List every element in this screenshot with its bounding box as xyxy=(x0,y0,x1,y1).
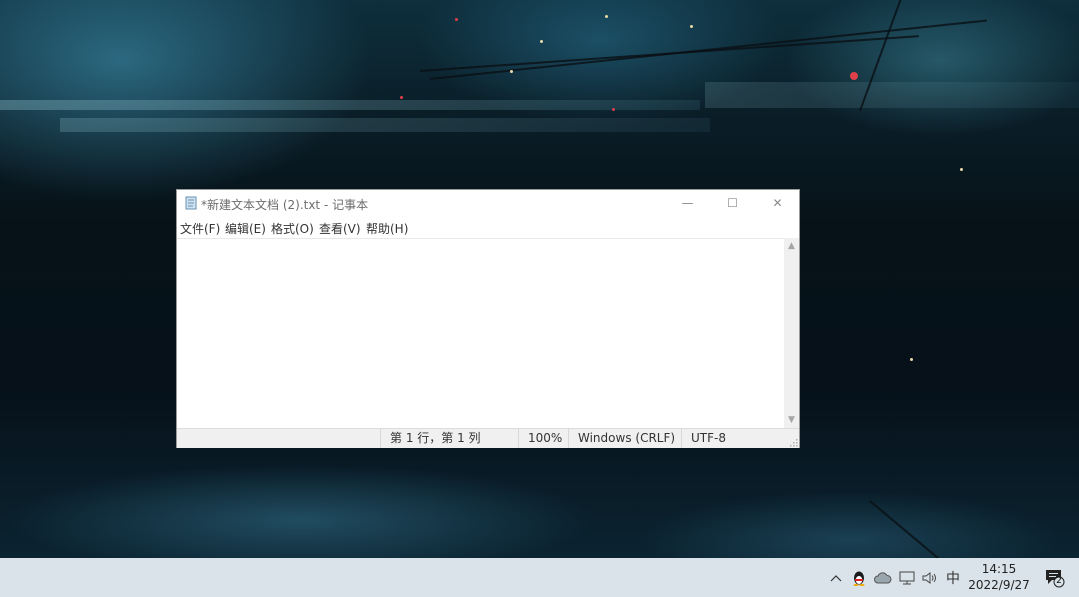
clock-date: 2022/9/27 xyxy=(968,578,1030,592)
wallpaper-spark xyxy=(605,15,608,18)
wallpaper-spark xyxy=(690,25,693,28)
close-button[interactable]: ✕ xyxy=(755,190,800,217)
wallpaper-beam xyxy=(0,100,700,110)
ime-indicator[interactable]: 中 xyxy=(943,558,963,597)
wallpaper-wire xyxy=(869,500,963,558)
wallpaper-spark xyxy=(400,96,403,99)
taskbar: 中 14:15 2022/9/27 2 xyxy=(0,558,1079,597)
qq-penguin-icon[interactable] xyxy=(849,558,869,597)
maximize-icon: ☐ xyxy=(727,196,738,210)
minimize-icon: — xyxy=(681,196,694,210)
notepad-window[interactable]: *新建文本文档 (2).txt - 记事本 — ☐ ✕ 文件(F) 编辑(E) … xyxy=(176,189,800,448)
status-bar: 第 1 行，第 1 列 100% Windows (CRLF) UTF-8 xyxy=(177,428,799,448)
wallpaper-spark xyxy=(540,40,543,43)
clock[interactable]: 14:15 2022/9/27 xyxy=(964,561,1034,593)
menu-help[interactable]: 帮助(H) xyxy=(366,220,408,237)
minimize-button[interactable]: — xyxy=(665,190,710,217)
text-editor[interactable] xyxy=(177,238,784,429)
close-icon: ✕ xyxy=(772,196,783,210)
scroll-up-icon[interactable]: ▲ xyxy=(784,241,799,251)
wallpaper-spark xyxy=(910,358,913,361)
notification-count: 2 xyxy=(1056,576,1062,586)
volume-icon[interactable] xyxy=(920,558,940,597)
wallpaper-beam xyxy=(60,118,710,132)
wallpaper-spark xyxy=(612,108,615,111)
menu-edit[interactable]: 编辑(E) xyxy=(225,220,266,237)
vertical-scrollbar[interactable]: ▲ ▼ xyxy=(784,238,799,428)
menu-file[interactable]: 文件(F) xyxy=(180,220,220,237)
wallpaper-spark xyxy=(455,18,458,21)
cursor-position: 第 1 行，第 1 列 xyxy=(380,429,518,448)
network-icon[interactable] xyxy=(897,558,917,597)
title-bar[interactable]: *新建文本文档 (2).txt - 记事本 — ☐ ✕ xyxy=(177,190,799,217)
wallpaper-spark xyxy=(510,70,513,73)
wallpaper-spark xyxy=(850,72,858,80)
window-title: *新建文本文档 (2).txt - 记事本 xyxy=(201,198,369,212)
encoding: UTF-8 xyxy=(681,429,791,448)
menu-bar: 文件(F) 编辑(E) 格式(O) 查看(V) 帮助(H) xyxy=(177,217,799,237)
notepad-icon xyxy=(185,196,197,210)
wallpaper-beam xyxy=(705,82,1079,108)
chevron-up-icon[interactable] xyxy=(828,558,844,597)
menu-format[interactable]: 格式(O) xyxy=(271,220,314,237)
wallpaper-wire xyxy=(429,19,988,80)
line-ending: Windows (CRLF) xyxy=(568,429,681,448)
resize-grip-icon[interactable] xyxy=(790,439,798,447)
notification-center-button[interactable]: 2 xyxy=(1044,567,1066,589)
clock-time: 14:15 xyxy=(981,562,1017,576)
cloud-icon[interactable] xyxy=(873,558,893,597)
scroll-down-icon[interactable]: ▼ xyxy=(784,415,799,425)
menu-view[interactable]: 查看(V) xyxy=(319,220,361,237)
maximize-button[interactable]: ☐ xyxy=(710,190,755,217)
wallpaper-spark xyxy=(960,168,963,171)
zoom-level: 100% xyxy=(518,429,568,448)
